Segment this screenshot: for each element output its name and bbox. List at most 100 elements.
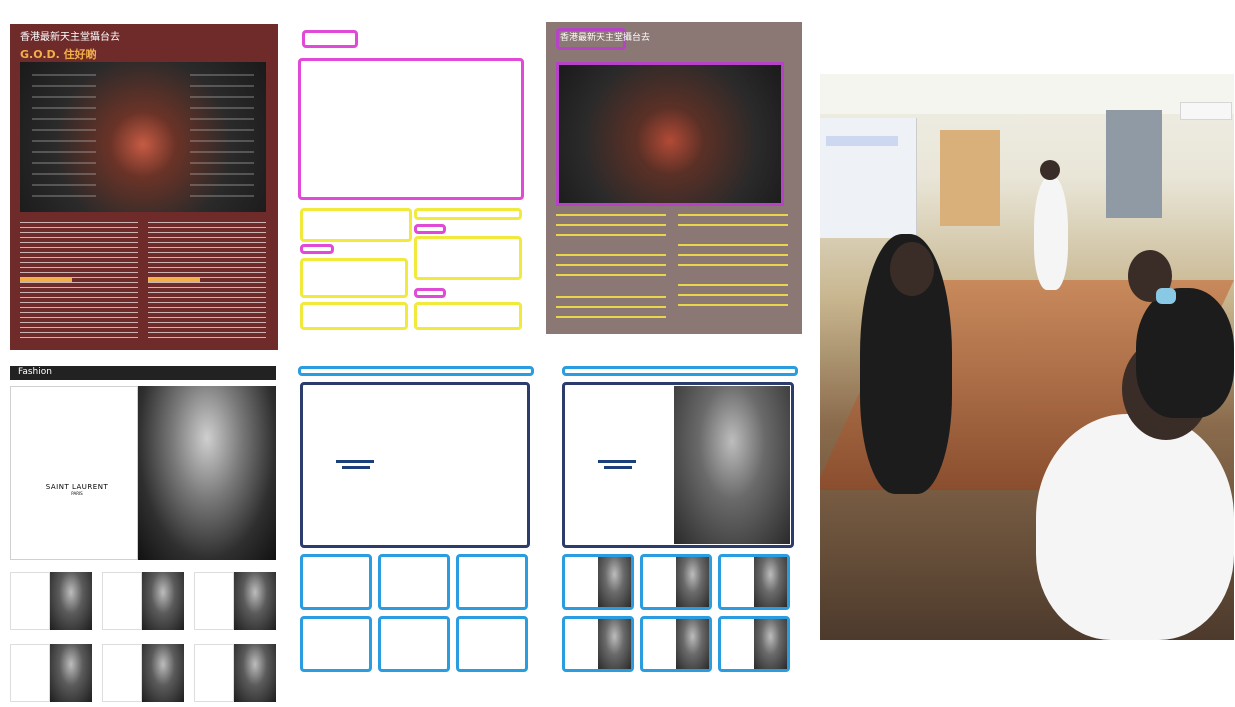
highlight-bar xyxy=(20,278,72,282)
model-portrait xyxy=(138,386,276,560)
annotated-text-line xyxy=(556,234,666,236)
thumb-brand-area xyxy=(10,644,50,702)
thumb-photo xyxy=(676,619,709,669)
wireframe-brand-mark xyxy=(604,466,632,469)
wireframe-brand-mark xyxy=(598,460,636,463)
student-white-shirt xyxy=(1036,414,1234,640)
wireframe-top-bar xyxy=(298,366,534,376)
annotated-text-line xyxy=(556,316,666,318)
magazine-subtitle: G.O.D. 住好啲 xyxy=(20,48,97,61)
annotated-text-line xyxy=(678,254,788,256)
annotated-text-line xyxy=(556,296,666,298)
brand-name: SAINT LAURENT xyxy=(45,483,109,491)
thumb-photo xyxy=(754,557,787,607)
thumb-photo xyxy=(50,572,92,630)
wireframe-brand-mark xyxy=(342,466,370,469)
wireframe-thumb-box xyxy=(300,616,372,672)
annotated-text-line xyxy=(678,304,788,306)
wireframe-hero-box xyxy=(300,382,530,548)
thumb-photo xyxy=(754,619,787,669)
saint-laurent-page: Fashion SAINT LAURENT PARIS xyxy=(10,364,276,704)
wireframe-thumb-box xyxy=(300,554,372,610)
magazine-title: 香港最新天主堂攝台去 xyxy=(20,32,120,43)
standing-student xyxy=(1034,176,1068,290)
projection-screen xyxy=(820,118,917,238)
thumb-brand-area xyxy=(194,644,234,702)
wireframe-image-box xyxy=(298,58,524,200)
wireframe-text-box xyxy=(300,208,412,242)
thumb-brand-area xyxy=(102,644,142,702)
thumbnail xyxy=(102,644,184,702)
thumb-brand-area xyxy=(102,572,142,630)
thumb-photo xyxy=(142,644,184,702)
wireframe-subheading-box xyxy=(414,224,446,234)
brand-hero-left: SAINT LAURENT PARIS xyxy=(10,386,138,560)
wireframe-subheading-box xyxy=(414,288,446,298)
annotated-magazine-page: 香港最新天主堂攝台去 xyxy=(546,22,802,334)
thumbnail xyxy=(10,644,92,702)
student-head xyxy=(890,242,934,296)
annotated-text-line xyxy=(678,284,788,286)
student-head xyxy=(1040,160,1060,180)
thumb-photo xyxy=(598,619,631,669)
thumbnail xyxy=(194,572,276,630)
annotated-text-line xyxy=(678,214,788,216)
highlight-bar xyxy=(148,278,200,282)
cabinet xyxy=(940,130,1000,226)
student-dark-shirt xyxy=(1136,288,1234,418)
annotated-text-line xyxy=(556,214,666,216)
thumbnail xyxy=(102,572,184,630)
wireframe-text-box xyxy=(300,302,408,330)
hero-photo xyxy=(674,386,790,544)
air-conditioner xyxy=(1180,102,1232,120)
wireframe-thumb-box xyxy=(456,616,528,672)
window xyxy=(1106,110,1162,218)
magazine-page-left-top: 香港最新天主堂攝台去 G.O.D. 住好啲 xyxy=(10,24,278,350)
annotated-text-line xyxy=(556,274,666,276)
face-mask xyxy=(1156,288,1176,304)
annotated-store-photo xyxy=(556,62,784,206)
ceiling xyxy=(820,74,1234,114)
thumb-brand-area xyxy=(194,572,234,630)
thumb-photo xyxy=(676,557,709,607)
wireframe-blue-with-photos xyxy=(556,360,804,704)
wireframe-thumb-box xyxy=(378,616,450,672)
thumbnail xyxy=(194,644,276,702)
thumb-photo xyxy=(50,644,92,702)
wireframe-top-bar xyxy=(562,366,798,376)
classroom-photo xyxy=(820,74,1234,640)
annotated-text-line xyxy=(556,254,666,256)
annotated-text-line xyxy=(678,244,788,246)
wireframe-brand-mark xyxy=(336,460,374,463)
page-header: Fashion xyxy=(10,366,276,380)
article-text-column-left xyxy=(20,222,138,338)
annotated-title-text: 香港最新天主堂攝台去 xyxy=(560,33,651,43)
page-header-text: Fashion xyxy=(18,367,52,377)
annotated-text-line xyxy=(678,224,788,226)
wireframe-text-box xyxy=(414,302,522,330)
screen-ui-bar xyxy=(826,136,898,146)
annotated-text-line xyxy=(556,224,666,226)
annotated-text-line xyxy=(678,294,788,296)
thumbnail xyxy=(10,572,92,630)
thumb-photo xyxy=(234,644,276,702)
store-photo xyxy=(20,62,266,212)
thumb-brand-area xyxy=(10,572,50,630)
wireframe-magenta-yellow xyxy=(284,12,534,346)
annotated-text-line xyxy=(678,264,788,266)
article-text-column-right xyxy=(148,222,266,338)
wireframe-text-box xyxy=(414,236,522,280)
thumb-photo xyxy=(142,572,184,630)
wireframe-thumb-box xyxy=(456,554,528,610)
brand-logo: SAINT LAURENT PARIS xyxy=(45,483,109,496)
wireframe-blue xyxy=(294,360,540,704)
annotated-text-line xyxy=(556,306,666,308)
brand-sub: PARIS xyxy=(71,491,83,496)
wireframe-title-box xyxy=(302,30,358,48)
wireframe-text-box xyxy=(300,258,408,298)
annotated-text-line xyxy=(556,264,666,266)
thumb-photo xyxy=(234,572,276,630)
wireframe-thumb-box xyxy=(378,554,450,610)
thumb-photo xyxy=(598,557,631,607)
wireframe-subheading-box xyxy=(300,244,334,254)
